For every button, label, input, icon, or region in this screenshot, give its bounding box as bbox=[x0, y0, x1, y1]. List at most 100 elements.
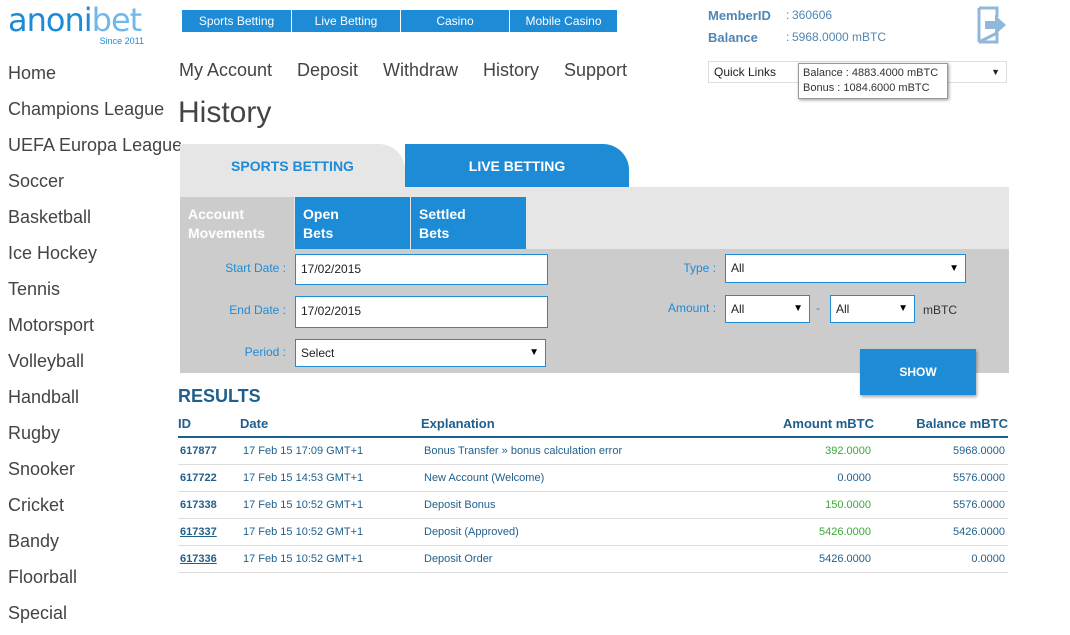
sidebar-item-special[interactable]: Special bbox=[8, 595, 67, 631]
subtab-settled-line1: Settled bbox=[419, 206, 466, 222]
amount-from-select[interactable]: All ▼ bbox=[725, 295, 810, 323]
subtab-account-line1: Account bbox=[188, 206, 244, 222]
end-date-label: End Date : bbox=[229, 303, 286, 317]
col-header-date: Date bbox=[240, 416, 269, 431]
sidebar-item-handball[interactable]: Handball bbox=[8, 379, 79, 415]
amount-label: Amount : bbox=[667, 301, 716, 315]
table-row: 617338 17 Feb 15 10:52 GMT+1 Deposit Bon… bbox=[178, 492, 1008, 519]
member-id-sep: : bbox=[786, 8, 790, 22]
col-header-id: ID bbox=[178, 416, 191, 431]
col-header-explanation: Explanation bbox=[421, 416, 495, 431]
sidebar-item-home[interactable]: Home bbox=[8, 55, 56, 91]
brand-since: Since 2011 bbox=[99, 36, 144, 46]
type-select[interactable]: All ▼ bbox=[725, 254, 966, 283]
amount-to-value: All bbox=[836, 302, 850, 316]
cell-explanation: Deposit Order bbox=[424, 553, 493, 565]
chevron-down-icon: ▼ bbox=[793, 303, 803, 314]
sidebar-item-snooker[interactable]: Snooker bbox=[8, 451, 75, 487]
cell-id-link[interactable]: 617337 bbox=[180, 526, 217, 538]
subtab-settled-bets[interactable]: Settled Bets bbox=[411, 197, 526, 249]
cell-id[interactable]: 617722 bbox=[180, 472, 217, 484]
member-id-label: MemberID bbox=[708, 8, 771, 23]
cell-date: 17 Feb 15 17:09 GMT+1 bbox=[243, 445, 364, 457]
topnav-live-betting[interactable]: Live Betting bbox=[292, 10, 401, 32]
table-row: 617722 17 Feb 15 14:53 GMT+1 New Account… bbox=[178, 465, 1008, 492]
menu-my-account[interactable]: My Account bbox=[179, 60, 272, 81]
menu-withdraw[interactable]: Withdraw bbox=[383, 60, 458, 81]
table-row: 617336 17 Feb 15 10:52 GMT+1 Deposit Ord… bbox=[178, 546, 1008, 573]
subtab-settled-line2: Bets bbox=[419, 225, 450, 241]
tab-live-betting[interactable]: LIVE BETTING bbox=[405, 144, 629, 187]
tab-sports-betting[interactable]: SPORTS BETTING bbox=[180, 144, 405, 187]
balance-label: Balance bbox=[708, 30, 758, 45]
cell-amount: 0.0000 bbox=[837, 472, 871, 484]
member-id-value: 360606 bbox=[792, 8, 833, 22]
sidebar-item-cricket[interactable]: Cricket bbox=[8, 487, 64, 523]
sidebar-item-volleyball[interactable]: Volleyball bbox=[8, 343, 84, 379]
menu-deposit[interactable]: Deposit bbox=[297, 60, 358, 81]
tooltip-balance: Balance : 4883.4000 mBTC bbox=[803, 67, 939, 79]
period-select[interactable]: Select ▼ bbox=[295, 339, 546, 367]
cell-amount: 150.0000 bbox=[825, 499, 871, 511]
sidebar-item-champions-league[interactable]: Champions League bbox=[8, 91, 164, 127]
sidebar-item-soccer[interactable]: Soccer bbox=[8, 163, 64, 199]
logout-arrow-icon[interactable] bbox=[975, 5, 1009, 45]
cell-balance: 5968.0000 bbox=[953, 445, 1005, 457]
sidebar-item-basketball[interactable]: Basketball bbox=[8, 199, 91, 235]
balance-tooltip: Balance : 4883.4000 mBTC Bonus : 1084.60… bbox=[798, 63, 948, 99]
cell-date: 17 Feb 15 10:52 GMT+1 bbox=[243, 499, 364, 511]
page-title: History bbox=[178, 96, 272, 129]
topnav-casino[interactable]: Casino bbox=[401, 10, 510, 32]
cell-date: 17 Feb 15 14:53 GMT+1 bbox=[243, 472, 364, 484]
end-date-input[interactable]: 17/02/2015 bbox=[295, 296, 548, 328]
subtab-open-line2: Bets bbox=[303, 225, 334, 241]
cell-date: 17 Feb 15 10:52 GMT+1 bbox=[243, 526, 364, 538]
chevron-down-icon: ▼ bbox=[949, 263, 959, 274]
type-value: All bbox=[731, 261, 745, 275]
sidebar-item-rugby[interactable]: Rugby bbox=[8, 415, 60, 451]
cell-amount: 5426.0000 bbox=[819, 526, 871, 538]
topnav-mobile-casino[interactable]: Mobile Casino bbox=[510, 10, 618, 32]
topnav-sports-betting[interactable]: Sports Betting bbox=[182, 10, 292, 32]
balance-value: 5968.0000 mBTC bbox=[792, 30, 887, 44]
balance-sep: : bbox=[786, 30, 790, 44]
period-label: Period : bbox=[244, 345, 286, 359]
menu-history[interactable]: History bbox=[483, 60, 539, 81]
subtab-open-line1: Open bbox=[303, 206, 339, 222]
col-header-amount: Amount mBTC bbox=[783, 416, 874, 431]
chevron-down-icon: ▼ bbox=[898, 303, 908, 314]
sidebar-item-bandy[interactable]: Bandy bbox=[8, 523, 59, 559]
period-value: Select bbox=[301, 346, 335, 360]
cell-balance: 5576.0000 bbox=[953, 472, 1005, 484]
cell-explanation: Bonus Transfer » bonus calculation error bbox=[424, 445, 623, 457]
sidebar-item-ice-hockey[interactable]: Ice Hockey bbox=[8, 235, 97, 271]
type-label: Type : bbox=[683, 261, 716, 275]
brand-logo[interactable]: anonibet Since 2011 bbox=[8, 2, 148, 46]
sidebar-item-floorball[interactable]: Floorball bbox=[8, 559, 77, 595]
subtab-open-bets[interactable]: Open Bets bbox=[295, 197, 410, 249]
show-button[interactable]: SHOW bbox=[860, 349, 976, 395]
subtab-account-movements[interactable]: Account Movements bbox=[180, 197, 294, 249]
start-date-label: Start Date : bbox=[225, 261, 286, 275]
cell-date: 17 Feb 15 10:52 GMT+1 bbox=[243, 553, 364, 565]
cell-balance: 5426.0000 bbox=[953, 526, 1005, 538]
amount-range-dash: - bbox=[816, 301, 820, 315]
sidebar-item-motorsport[interactable]: Motorsport bbox=[8, 307, 94, 343]
menu-support[interactable]: Support bbox=[564, 60, 627, 81]
chevron-down-icon: ▼ bbox=[991, 67, 1000, 77]
cell-id-link[interactable]: 617336 bbox=[180, 553, 217, 565]
cell-id[interactable]: 617877 bbox=[180, 445, 217, 457]
cell-id[interactable]: 617338 bbox=[180, 499, 217, 511]
brand-name-part2: bet bbox=[91, 1, 143, 39]
cell-explanation: Deposit Bonus bbox=[424, 499, 496, 511]
amount-unit: mBTC bbox=[923, 303, 957, 317]
cell-explanation: New Account (Welcome) bbox=[424, 472, 545, 484]
sidebar-item-europa-league[interactable]: UEFA Europa League bbox=[8, 127, 182, 163]
cell-amount: 392.0000 bbox=[825, 445, 871, 457]
start-date-input[interactable]: 17/02/2015 bbox=[295, 254, 548, 285]
cell-balance: 5576.0000 bbox=[953, 499, 1005, 511]
table-row: 617877 17 Feb 15 17:09 GMT+1 Bonus Trans… bbox=[178, 438, 1008, 465]
quick-links-label: Quick Links bbox=[714, 65, 777, 79]
sidebar-item-tennis[interactable]: Tennis bbox=[8, 271, 60, 307]
amount-to-select[interactable]: All ▼ bbox=[830, 295, 915, 323]
